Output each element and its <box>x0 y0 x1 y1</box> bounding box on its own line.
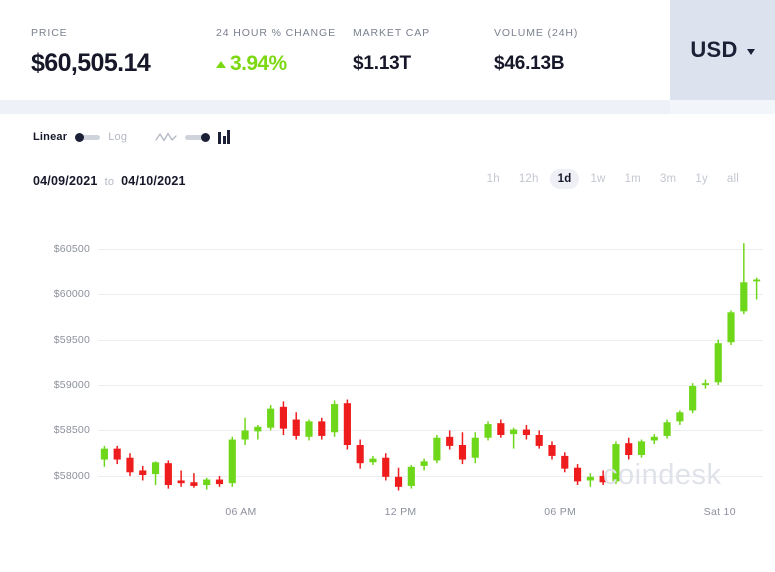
triangle-up-icon <box>216 60 226 68</box>
candlestick <box>740 243 748 315</box>
candlestick <box>676 410 684 425</box>
candlestick <box>471 432 479 464</box>
candlestick <box>292 412 300 440</box>
candlestick <box>663 419 671 439</box>
candlestick <box>458 432 467 465</box>
candlestick <box>267 405 275 431</box>
candlestick <box>599 470 607 485</box>
candlestick <box>100 445 108 467</box>
caret-down-icon <box>746 48 755 55</box>
candlestick <box>753 277 761 300</box>
chart-plot-area: $58000 $58500 $59000 $59500 $60000 $60500 06 A… <box>0 114 775 572</box>
candlestick <box>420 458 428 471</box>
stats-group: PRICE $60,505.14 24 HOUR % CHANGE 3.94% … <box>0 0 670 100</box>
candlestick <box>497 419 505 438</box>
coindesk-price-chart-widget: PRICE $60,505.14 24 HOUR % CHANGE 3.94% … <box>0 0 775 572</box>
stat-volume-value: $46.13B <box>494 53 565 74</box>
candlestick <box>126 453 134 476</box>
candlestick <box>305 419 313 441</box>
candlestick <box>382 453 390 481</box>
candlestick <box>561 452 569 473</box>
stat-volume-label: VOLUME (24H) <box>494 27 579 39</box>
candlestick <box>151 461 160 485</box>
candlestick <box>356 439 364 469</box>
stat-price-label: PRICE <box>31 27 68 39</box>
stat-change-label: 24 HOUR % CHANGE <box>216 27 337 39</box>
candlestick <box>215 475 224 487</box>
candlestick <box>279 401 288 435</box>
candlestick <box>650 434 658 445</box>
candlestick <box>241 417 249 445</box>
candlestick <box>164 460 172 489</box>
candlestick <box>318 417 326 440</box>
stats-header: PRICE $60,505.14 24 HOUR % CHANGE 3.94% … <box>0 0 775 100</box>
candlestick <box>484 421 492 441</box>
candlestick <box>113 445 121 465</box>
candlestick <box>254 425 262 440</box>
currency-selector-label: USD <box>690 37 738 62</box>
stat-price-value: $60,505.14 <box>31 49 151 77</box>
candlestick <box>177 470 185 487</box>
candlestick <box>612 441 620 485</box>
candlestick <box>689 383 697 414</box>
stat-change: 24 HOUR % CHANGE 3.94% <box>216 27 336 76</box>
candlestick <box>727 310 735 345</box>
stat-price: PRICE $60,505.14 <box>31 27 151 78</box>
stat-volume: VOLUME (24H) $46.13B <box>494 27 578 75</box>
candlestick <box>535 430 543 449</box>
stat-change-value: 3.94% <box>230 52 287 75</box>
candlestick <box>510 427 518 449</box>
candlestick <box>637 439 646 458</box>
chart-panel: Linear Log 04/09/2021 to 04/10/2021 1h 1… <box>0 114 775 572</box>
candlestick <box>446 430 454 450</box>
candlestick <box>203 477 211 490</box>
candlestick <box>407 465 415 489</box>
candlestick <box>343 399 351 450</box>
candlestick <box>701 379 710 389</box>
candlestick <box>433 435 441 464</box>
candlestick <box>586 473 594 487</box>
candlestick <box>228 436 236 487</box>
header-divider-right-cap <box>670 100 775 114</box>
candlestick <box>573 464 582 485</box>
candlestick <box>522 425 530 440</box>
stat-change-value-group: 3.94% <box>216 52 336 76</box>
candlestick <box>714 339 722 385</box>
candlestick <box>394 467 403 491</box>
candlestick <box>548 441 556 460</box>
stat-market-cap: MARKET CAP $1.13T <box>353 27 430 75</box>
stat-market-cap-label: MARKET CAP <box>353 27 431 39</box>
candlestick <box>139 465 147 481</box>
candlestick <box>190 473 198 488</box>
candlestick <box>625 437 633 460</box>
candlestick-series <box>100 243 761 491</box>
candlestick <box>331 400 339 437</box>
candlestick <box>369 455 377 465</box>
currency-selector[interactable]: USD <box>670 0 775 100</box>
header-divider-band <box>0 100 775 114</box>
stat-market-cap-value: $1.13T <box>353 53 411 74</box>
